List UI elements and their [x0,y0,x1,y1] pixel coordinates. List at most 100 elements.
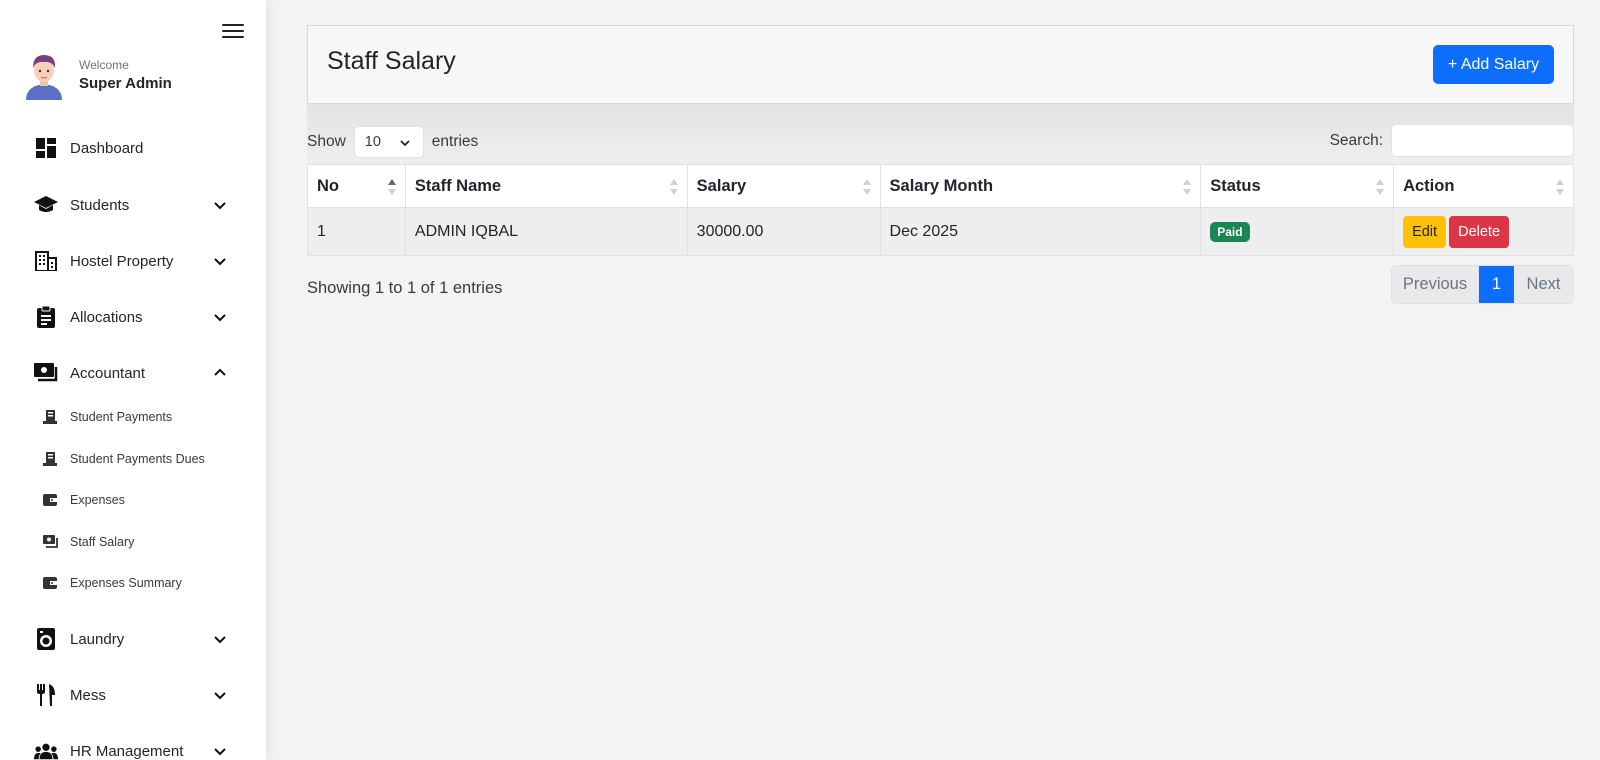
clipboard-icon [34,305,58,329]
cell-no: 1 [307,207,406,256]
pagination-page-1[interactable]: 1 [1479,266,1514,303]
entries-select-value: 10 [364,134,381,150]
sidebar-item-label: HR Management [70,742,184,760]
column-header-action[interactable]: Action [1393,164,1574,208]
sidebar-item-mess[interactable]: Mess [0,675,266,715]
receipt-icon [42,409,58,425]
wallet-icon [42,575,58,591]
sort-icon [669,179,678,195]
chevron-up-icon [214,368,226,376]
chevron-down-icon [214,636,226,644]
washing-machine-icon [34,627,58,651]
welcome-text: Welcome [79,58,129,72]
chevron-down-icon [214,202,226,210]
table-info: Showing 1 to 1 of 1 entries [307,279,503,297]
cash-icon [42,534,58,550]
column-header-status[interactable]: Status [1200,164,1395,208]
sidebar-subitem-student-payments-dues[interactable]: Student Payments Dues [0,444,266,474]
column-header-staff-name[interactable]: Staff Name [404,164,688,208]
column-label: Action [1403,176,1455,195]
user-profile: Welcome Super Admin [24,50,172,100]
delete-button[interactable]: Delete [1449,215,1510,248]
page-title: Staff Salary [327,47,456,75]
sort-icon [862,179,871,195]
status-badge: Paid [1210,221,1250,242]
profile-text: Welcome Super Admin [79,58,172,92]
cash-icon [34,361,58,385]
chevron-down-icon [214,748,226,756]
sidebar-subitem-label: Student Payments Dues [70,452,205,466]
cell-action: Edit Delete [1393,207,1574,256]
sidebar-item-hr-management[interactable]: HR Management [0,731,266,760]
sidebar-subitem-label: Student Payments [70,410,173,424]
search-input[interactable] [1391,124,1574,157]
page-header-card: Staff Salary + Add Salary [307,25,1574,104]
column-label: Staff Name [414,176,502,195]
sort-icon [1556,179,1564,195]
table-header-row: No Staff Name Salary Salary Month Status… [307,164,1574,208]
cell-status: Paid [1200,207,1395,256]
building-icon [34,249,58,273]
entries-length-control: Show 10 entries [307,126,478,158]
sidebar-subitem-expenses-summary[interactable]: Expenses Summary [0,568,266,598]
receipt-icon [42,451,58,467]
sidebar-item-dashboard[interactable]: Dashboard [0,128,266,168]
cell-salary-month: Dec 2025 [879,207,1202,256]
user-name: Super Admin [79,75,172,92]
chevron-down-icon [214,314,226,322]
edit-button[interactable]: Edit [1403,215,1447,248]
sort-ascending-icon [387,179,396,195]
pagination-next[interactable]: Next [1514,266,1573,303]
chevron-down-icon [400,140,410,147]
cell-salary: 30000.00 [686,207,881,256]
sidebar-item-label: Mess [70,686,106,704]
entries-label: entries [431,133,479,150]
column-header-salary[interactable]: Salary [686,164,881,208]
search-label: Search: [1329,131,1383,149]
sidebar-item-label: Hostel Property [70,252,174,270]
column-label: No [317,176,339,195]
sidebar-subitem-expenses[interactable]: Expenses [0,485,266,515]
avatar [26,55,62,100]
chevron-down-icon [214,692,226,700]
sidebar-subitem-label: Staff Salary [70,535,135,549]
pagination: Previous 1 Next [1391,265,1574,304]
sidebar-item-laundry[interactable]: Laundry [0,619,266,659]
sort-icon [1183,179,1192,195]
table-row: 1 ADMIN IQBAL 30000.00 Dec 2025 Paid Edi… [307,207,1574,256]
sidebar-item-allocations[interactable]: Allocations [0,297,266,337]
sidebar: Welcome Super Admin Dashboard Students H… [0,0,266,760]
chevron-down-icon [214,258,226,266]
sidebar-item-accountant[interactable]: Accountant [0,353,266,393]
sidebar-item-students[interactable]: Students [0,185,266,225]
show-label: Show [307,133,346,150]
hamburger-menu-icon[interactable] [222,24,244,42]
sidebar-item-label: Accountant [70,364,146,382]
sidebar-subitem-student-payments[interactable]: Student Payments [0,402,266,432]
sidebar-subitem-label: Expenses [70,493,125,507]
wallet-icon [42,492,58,508]
column-label: Status [1210,176,1261,195]
cell-staff-name: ADMIN IQBAL [404,207,688,256]
pagination-previous[interactable]: Previous [1392,266,1479,303]
graduation-cap-icon [34,193,58,217]
sidebar-item-label: Allocations [70,308,143,326]
sidebar-item-hostel-property[interactable]: Hostel Property [0,241,266,281]
staff-salary-table: No Staff Name Salary Salary Month Status… [307,164,1574,256]
entries-select[interactable]: 10 [353,126,424,158]
search-control: Search: [1330,124,1574,157]
column-label: Salary Month [889,176,994,195]
column-header-no[interactable]: No [307,164,406,208]
sidebar-item-label: Students [70,196,130,214]
utensils-icon [34,683,58,707]
sidebar-subitem-label: Expenses Summary [70,576,182,590]
users-icon [34,739,58,760]
sidebar-item-label: Laundry [70,630,125,648]
sort-icon [1376,179,1385,195]
column-label: Salary [696,176,747,195]
add-salary-button[interactable]: + Add Salary [1433,45,1554,84]
sidebar-subitem-staff-salary[interactable]: Staff Salary [0,527,266,557]
column-header-salary-month[interactable]: Salary Month [879,164,1202,208]
dashboard-icon [34,136,58,160]
sidebar-item-label: Dashboard [70,139,144,157]
